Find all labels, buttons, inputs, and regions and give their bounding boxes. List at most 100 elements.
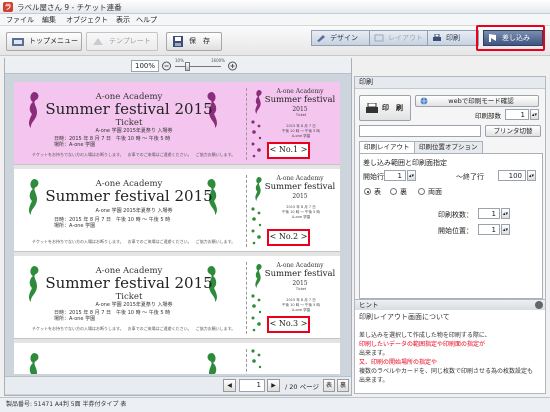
printer-icon — [366, 103, 378, 113]
seahorse-icon — [29, 266, 39, 302]
side-front-radio[interactable] — [364, 188, 371, 195]
prev-page-button[interactable]: ◀ — [223, 379, 236, 392]
home-icon — [12, 38, 24, 46]
side-both-radio[interactable] — [418, 188, 425, 195]
page-input[interactable]: 1 — [239, 379, 265, 392]
zoom-slider-track[interactable] — [175, 66, 221, 67]
ticket-4 — [14, 343, 340, 374]
save-icon — [173, 36, 183, 47]
admission-text: A-one 学園 2015年夏祭り 入場券 — [95, 128, 173, 134]
start-row-input[interactable]: 1 — [384, 170, 406, 181]
copies-spinner[interactable]: ▴▾ — [530, 109, 539, 120]
web-print-mode-button[interactable]: webで印刷モード確認 — [415, 95, 539, 107]
hint-line: 出来ます。 — [359, 377, 389, 384]
place-text: 場所：A-one 学園 — [54, 316, 96, 322]
seahorse-icon — [29, 179, 39, 215]
start-position-spinner[interactable]: ▴▾ — [501, 224, 510, 235]
seahorse-icon — [29, 353, 39, 374]
hint-line-highlight: 又、印刷の開始場所の指定や — [359, 359, 438, 366]
zoom-out-icon[interactable] — [161, 61, 172, 71]
zoom-min-label: 10% — [175, 58, 184, 63]
tab-print-layout[interactable]: 印刷レイアウト — [359, 141, 415, 153]
stub-festival: Summer festival — [264, 95, 336, 105]
stub-festival: Summer festival — [264, 269, 336, 279]
hint-line: 出来ます。 — [359, 350, 389, 357]
ticket-note: チケットをお持ちでない方の入場はお断りします。 お車でのご来場はご遠慮ください。… — [32, 326, 236, 331]
stub-academy: A-one Academy — [276, 88, 324, 95]
perforation-line — [246, 262, 247, 334]
stub-ticket: Ticket — [295, 287, 307, 291]
zoom-select[interactable]: 100% — [131, 60, 159, 72]
menu-view[interactable]: 表示 — [116, 15, 130, 25]
end-row-label: 〜終了行 — [456, 173, 484, 181]
side-both-label: 両面 — [428, 188, 442, 196]
dot-pattern — [251, 294, 262, 332]
start-row-spinner[interactable]: ▴▾ — [407, 170, 416, 181]
app-icon: ラ — [3, 2, 13, 12]
sheets-spinner[interactable]: ▴▾ — [501, 208, 510, 219]
ticket-number[interactable]: < No.1 > — [267, 142, 310, 159]
layout-icon — [374, 34, 384, 42]
step-print[interactable]: 印刷 — [427, 30, 479, 46]
printer-icon — [433, 34, 441, 41]
sheets-input[interactable]: 1 — [478, 208, 500, 219]
festival-title: Summer festival 2015 — [45, 187, 213, 205]
start-row-label: 開始行 — [363, 173, 384, 181]
dot-pattern — [251, 207, 262, 245]
back-side-button[interactable]: 裏 — [337, 379, 349, 392]
ticket-1: A-one Academy Summer festival 2015 Ticke… — [14, 82, 340, 165]
status-bar: 製品番号: 51471 A4判 5面 半券付タイプ 表 — [0, 397, 550, 412]
ticket-sheet: A-one Academy Summer festival 2015 Ticke… — [14, 82, 340, 374]
side-back-radio[interactable] — [390, 188, 397, 195]
menu-object[interactable]: オブジェクト — [66, 15, 108, 25]
end-row-input[interactable]: 100 — [498, 170, 526, 181]
ticket-note: チケットをお持ちでない方の入場はお断りします。 お車でのご来場はご遠慮ください。… — [32, 152, 236, 157]
seahorse-icon — [207, 353, 217, 374]
top-menu-button[interactable]: トップメニュー — [6, 32, 82, 51]
side-front-label: 表 — [374, 188, 381, 196]
printer-switch-button[interactable]: プリンタ切替 — [485, 125, 541, 137]
hint-collapse-icon[interactable] — [535, 301, 543, 309]
template-button[interactable]: テンプレート — [86, 32, 158, 51]
tab-print-position[interactable]: 印刷位置オプション — [414, 141, 483, 153]
stub-place: A-one 学園 — [291, 134, 311, 138]
zoom-max-label: 1600% — [211, 58, 225, 63]
globe-icon — [420, 97, 428, 105]
stub-ticket: Ticket — [295, 113, 307, 117]
next-page-button[interactable]: ▶ — [267, 379, 280, 392]
side-back-label: 裏 — [400, 188, 407, 196]
step-layout[interactable]: レイアウト — [369, 30, 431, 46]
menu-file[interactable]: ファイル — [6, 15, 34, 25]
ticket-number[interactable]: < No.3 > — [267, 316, 310, 333]
hint-line-highlight: 印刷したいデータの範囲指定や印刷面の指定が — [359, 341, 486, 348]
copies-label: 印刷部数 — [475, 112, 501, 120]
place-text: 場所：A-one 学園 — [54, 223, 96, 229]
perforation-line — [246, 88, 247, 160]
ticket-number[interactable]: < No.2 > — [267, 229, 310, 246]
hint-panel: ヒント 印刷レイアウト画面について 差し込みを選択して作成した物を印刷する際に、… — [354, 299, 546, 394]
stub-place: A-one 学園 — [291, 215, 311, 219]
menu-edit[interactable]: 編集 — [42, 15, 56, 25]
end-row-spinner[interactable]: ▴▾ — [527, 170, 536, 181]
title-bar: ラ ラベル屋さん 9 - チケット連番 — [0, 0, 550, 14]
print-button[interactable]: 印 刷 — [359, 95, 411, 121]
stub-festival: Summer festival — [264, 182, 336, 192]
copies-input[interactable]: 1 — [505, 109, 529, 120]
zoom-slider-thumb[interactable] — [185, 62, 190, 71]
hint-line: 複数のラベルやカードを、同じ枚数で印刷させる為の枚数設定も — [359, 368, 534, 375]
menu-help[interactable]: ヘルプ — [136, 15, 157, 25]
admission-text: A-one 学園 2015年夏祭り 入場券 — [95, 302, 173, 308]
start-position-input[interactable]: 1 — [478, 224, 500, 235]
front-side-button[interactable]: 表 — [323, 379, 335, 392]
printer-select[interactable] — [359, 125, 481, 137]
perforation-line — [246, 175, 247, 247]
stub-place: A-one 学園 — [291, 308, 311, 312]
menu-bar: ファイル 編集 オブジェクト 表示 ヘルプ — [0, 14, 550, 26]
save-button[interactable]: 保 存 — [166, 32, 222, 51]
window-title: ラベル屋さん 9 - チケット連番 — [17, 3, 122, 12]
range-title: 差し込み範囲と印刷面指定 — [363, 159, 447, 167]
zoom-in-icon[interactable] — [227, 61, 238, 71]
ticket-2: A-one Academy Summer festival 2015 A-one… — [14, 169, 340, 252]
print-panel-header: 印刷 — [355, 77, 545, 89]
step-design[interactable]: デザイン — [311, 30, 371, 46]
